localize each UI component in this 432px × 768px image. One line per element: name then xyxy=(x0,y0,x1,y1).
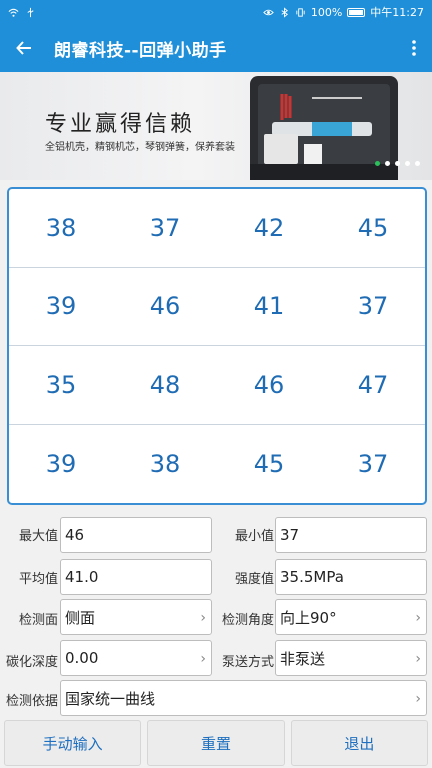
chevron-right-icon: › xyxy=(415,651,421,667)
basis-value: 国家统一曲线 xyxy=(65,689,156,708)
reading-cell[interactable]: 39 xyxy=(9,425,113,504)
readings-grid: 38 37 42 45 39 46 41 37 35 48 46 47 39 3… xyxy=(7,187,427,505)
min-label: 最小值 xyxy=(234,529,274,544)
strength-value-field: 35.5MPa xyxy=(275,559,427,595)
page-title: 朗睿科技--回弹小助手 xyxy=(54,40,227,61)
slide-dot[interactable] xyxy=(395,161,400,166)
manual-input-button[interactable]: 手动输入 xyxy=(4,720,142,766)
reading-cell[interactable]: 38 xyxy=(9,189,113,268)
wifi-icon xyxy=(8,8,19,17)
carbon-value: 0.00 xyxy=(65,649,99,667)
slide-dot[interactable] xyxy=(415,161,420,166)
surface-label: 检测面 xyxy=(18,613,58,628)
min-value-field: 37 xyxy=(275,517,427,553)
reading-cell[interactable]: 45 xyxy=(217,425,321,504)
vibrate-icon xyxy=(296,7,305,17)
max-value-field: 46 xyxy=(60,517,212,553)
slide-dot[interactable] xyxy=(405,161,410,166)
battery-icon xyxy=(347,7,366,17)
reading-cell[interactable]: 46 xyxy=(113,268,217,346)
chevron-right-icon: › xyxy=(200,610,206,626)
slide-dot[interactable] xyxy=(385,161,390,166)
back-button[interactable] xyxy=(0,24,48,72)
reading-cell[interactable]: 37 xyxy=(321,425,425,504)
reading-cell[interactable]: 35 xyxy=(9,346,113,425)
basis-select[interactable]: 国家统一曲线 › xyxy=(60,680,427,716)
overflow-menu-button[interactable] xyxy=(396,24,432,72)
arrow-back-icon xyxy=(16,41,31,55)
slide-dot[interactable] xyxy=(375,161,380,166)
chevron-right-icon: › xyxy=(415,691,421,707)
reading-cell[interactable]: 37 xyxy=(321,268,425,346)
chevron-right-icon: › xyxy=(200,651,206,667)
promo-banner[interactable]: 专业赢得信赖 全铝机壳，精钢机芯，琴钢弹簧，保养套装 xyxy=(0,72,432,180)
chevron-right-icon: › xyxy=(415,610,421,626)
reading-cell[interactable]: 46 xyxy=(217,346,321,425)
battery-percent: 100% xyxy=(310,5,343,19)
angle-select[interactable]: 向上90° › xyxy=(275,599,427,635)
reading-cell[interactable]: 45 xyxy=(321,189,425,268)
app-bar: 朗睿科技--回弹小助手 xyxy=(0,24,432,72)
bluetooth-icon xyxy=(281,6,288,18)
reading-cell[interactable]: 39 xyxy=(9,268,113,346)
pump-value: 非泵送 xyxy=(280,649,326,668)
surface-value: 侧面 xyxy=(65,608,96,627)
banner-subline: 全铝机壳，精钢机芯，琴钢弹簧，保养套装 xyxy=(45,142,235,153)
max-label: 最大值 xyxy=(18,529,58,544)
exit-button[interactable]: 退出 xyxy=(290,720,428,766)
carbon-select[interactable]: 0.00 › xyxy=(60,640,212,676)
banner-headline: 专业赢得信赖 xyxy=(45,112,196,137)
eye-comfort-icon xyxy=(263,9,274,15)
reading-cell[interactable]: 48 xyxy=(113,346,217,425)
action-bar: 手动输入 重置 退出 xyxy=(0,720,432,768)
usb-icon xyxy=(27,7,34,17)
basis-label: 检测依据 xyxy=(5,694,58,709)
strength-label: 强度值 xyxy=(234,572,274,587)
pump-select[interactable]: 非泵送 › xyxy=(275,640,427,676)
carbon-label: 碳化深度 xyxy=(5,655,58,670)
angle-value: 向上90° xyxy=(280,608,337,627)
slide-indicator xyxy=(375,161,420,166)
reading-cell[interactable]: 37 xyxy=(113,189,217,268)
pump-label: 泵送方式 xyxy=(221,655,274,670)
avg-label: 平均值 xyxy=(18,572,58,587)
reset-button[interactable]: 重置 xyxy=(147,720,285,766)
avg-value-field: 41.0 xyxy=(60,559,212,595)
reading-cell[interactable]: 42 xyxy=(217,189,321,268)
clock: 中午11:27 xyxy=(370,6,424,19)
reading-cell[interactable]: 38 xyxy=(113,425,217,504)
status-bar: 100% 中午11:27 xyxy=(0,0,432,24)
reading-cell[interactable]: 47 xyxy=(321,346,425,425)
angle-label: 检测角度 xyxy=(221,613,274,628)
reading-cell[interactable]: 41 xyxy=(217,268,321,346)
more-vert-icon xyxy=(412,40,416,56)
surface-select[interactable]: 侧面 › xyxy=(60,599,212,635)
